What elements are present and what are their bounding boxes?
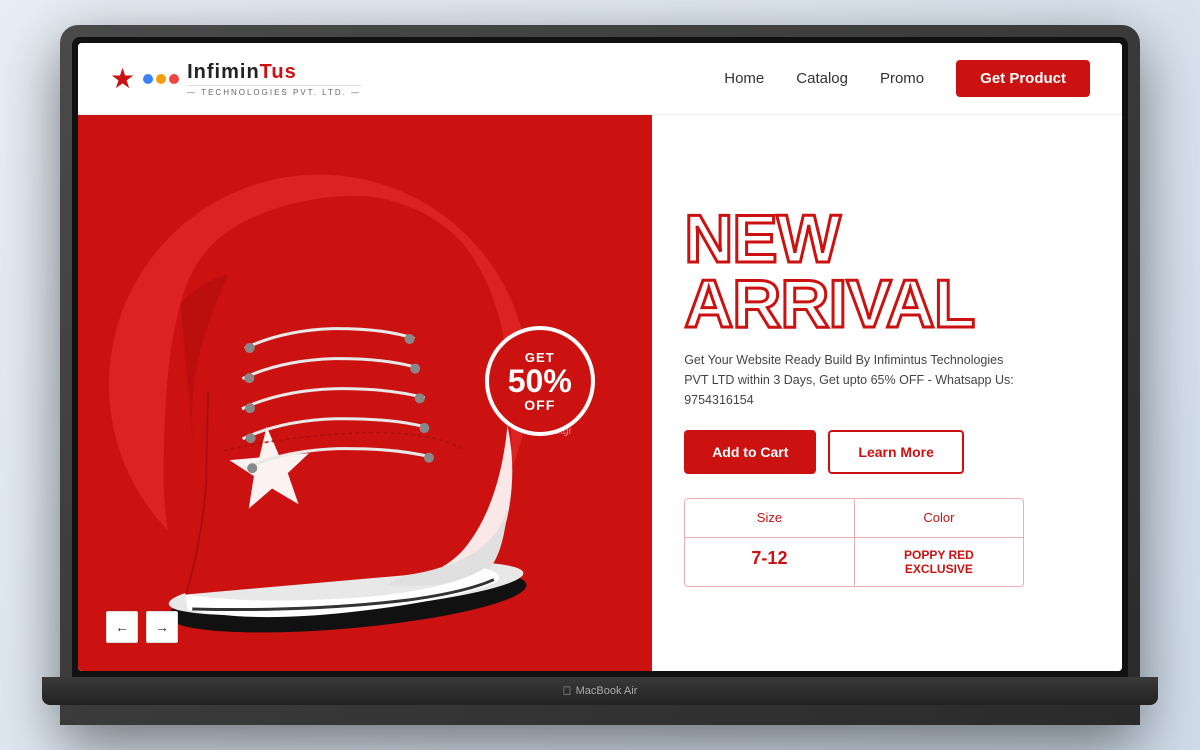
hero-title-line1: NEW bbox=[684, 207, 1090, 272]
product-table: Size Color 7-12 bbox=[684, 498, 1024, 587]
nav-promo[interactable]: Promo bbox=[880, 70, 924, 87]
discount-percent-text: 50% bbox=[508, 365, 572, 397]
hero-title-line2: ARRIVAL bbox=[684, 272, 1090, 337]
logo-star-icon: ★ bbox=[110, 62, 135, 95]
color-value-cell: POPPY RED EXCLUSIVE bbox=[855, 538, 1024, 586]
laptop-brand-text: MacBook Air bbox=[576, 685, 638, 697]
laptop-screen: ★ InfiminTus — TECHNOLOGIES PVT. LTD. — bbox=[78, 43, 1122, 671]
learn-more-button[interactable]: Learn More bbox=[828, 430, 963, 474]
hero-title: NEW ARRIVAL bbox=[684, 207, 1090, 336]
size-value-cell: 7-12 bbox=[685, 538, 855, 586]
logo-dot-red bbox=[169, 74, 179, 84]
logo-name: InfiminTus bbox=[187, 61, 361, 84]
logo-dots bbox=[143, 74, 179, 84]
navbar: ★ InfiminTus — TECHNOLOGIES PVT. LTD. — bbox=[78, 43, 1122, 115]
screen-bezel: ★ InfiminTus — TECHNOLOGIES PVT. LTD. — bbox=[72, 37, 1128, 677]
shoe-svg bbox=[78, 125, 552, 671]
laptop-shell: ★ InfiminTus — TECHNOLOGIES PVT. LTD. — bbox=[60, 25, 1140, 725]
website-container: ★ InfiminTus — TECHNOLOGIES PVT. LTD. — bbox=[78, 43, 1122, 671]
hero-image-area: GET 50% OFF backgr ← → bbox=[78, 115, 652, 671]
add-to-cart-button[interactable]: Add to Cart bbox=[684, 430, 816, 474]
table-header-row: Size Color bbox=[685, 499, 1023, 537]
logo-text: InfiminTus — TECHNOLOGIES PVT. LTD. — bbox=[187, 61, 361, 97]
hero-section: GET 50% OFF backgr ← → bbox=[78, 115, 1122, 671]
nav-links: Home Catalog Promo Get Product bbox=[724, 60, 1090, 97]
size-value: 7-12 bbox=[751, 548, 787, 568]
hero-buttons: Add to Cart Learn More bbox=[684, 430, 1090, 474]
get-product-button[interactable]: Get Product bbox=[956, 60, 1090, 97]
color-value: POPPY RED EXCLUSIVE bbox=[904, 548, 974, 576]
logo-area: ★ InfiminTus — TECHNOLOGIES PVT. LTD. — bbox=[110, 61, 361, 97]
next-arrow-button[interactable]: → bbox=[146, 611, 178, 643]
color-label: Color bbox=[923, 510, 954, 525]
logo-sub: — TECHNOLOGIES PVT. LTD. — bbox=[187, 85, 361, 97]
prev-arrow-button[interactable]: ← bbox=[106, 611, 138, 643]
apple-icon:  bbox=[563, 684, 572, 698]
size-header-cell: Size bbox=[685, 499, 855, 537]
discount-off-text: OFF bbox=[524, 397, 555, 413]
logo-dot-yellow bbox=[156, 74, 166, 84]
nav-arrows: ← → bbox=[106, 611, 178, 643]
nav-catalog[interactable]: Catalog bbox=[796, 70, 848, 87]
size-label: Size bbox=[757, 510, 782, 525]
nav-home[interactable]: Home bbox=[724, 70, 764, 87]
laptop-base:  MacBook Air bbox=[42, 677, 1158, 705]
color-header-cell: Color bbox=[855, 499, 1024, 537]
discount-badge: GET 50% OFF bbox=[485, 326, 595, 436]
logo-dot-blue bbox=[143, 74, 153, 84]
hero-content-area: NEW ARRIVAL Get Your Website Ready Build… bbox=[652, 115, 1122, 671]
table-body-row: 7-12 POPPY RED EXCLUSIVE bbox=[685, 537, 1023, 586]
laptop-brand-label:  MacBook Air bbox=[563, 684, 638, 698]
hero-description: Get Your Website Ready Build By Infimint… bbox=[684, 350, 1024, 410]
